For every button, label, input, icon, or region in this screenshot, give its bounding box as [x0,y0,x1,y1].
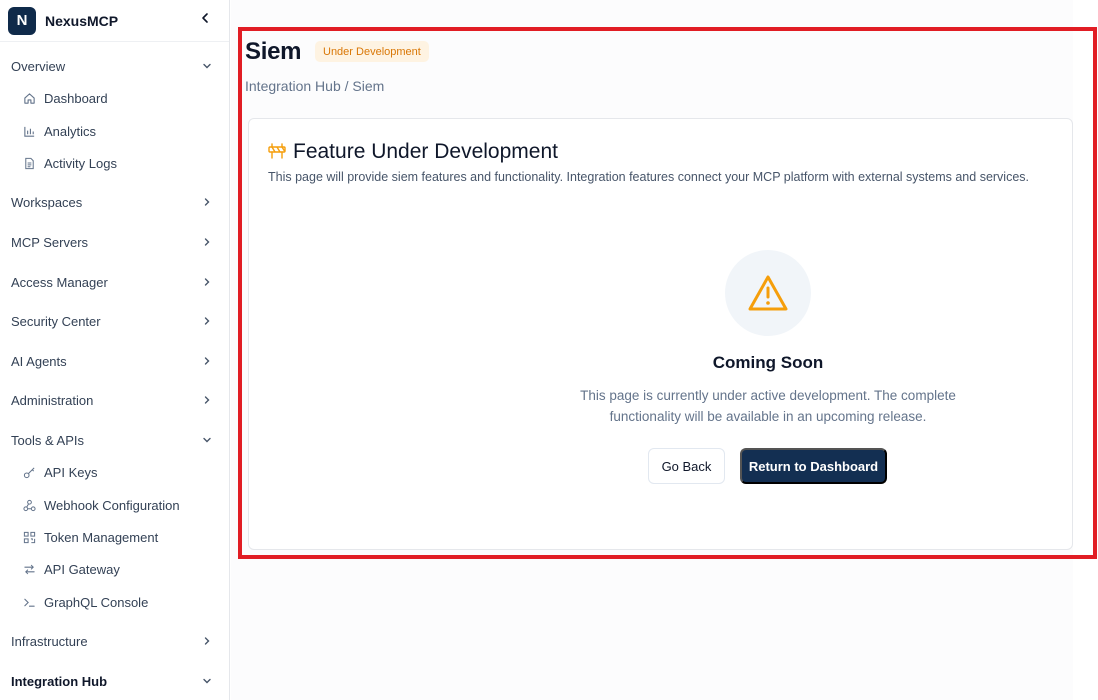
chevron-down-icon [203,678,211,684]
alert-triangle-icon [748,275,788,311]
chevron-right-icon [204,396,210,404]
nav-group-label: Overview [11,58,66,74]
nav-group-label: Infrastructure [11,633,88,649]
chevron-right-icon [204,278,210,286]
coming-soon-description: This page is currently under active deve… [580,388,956,424]
sidebar-item-token-management[interactable]: Token Management [0,523,229,551]
file-text-icon [22,156,36,170]
sidebar-item-label: API Keys [44,464,98,480]
chevron-right-icon [204,238,210,246]
coming-soon-heading: Coming Soon [712,353,824,372]
sidebar-item-api-keys[interactable]: API Keys [0,458,229,486]
status-badge: Under Development [315,41,429,62]
nav-group-label: Integration Hub [11,673,108,689]
nav-group-workspaces[interactable]: Workspaces [0,187,229,217]
terminal-icon [22,595,36,609]
breadcrumb: Integration Hub / Siem [245,78,385,94]
nav-group-label: AI Agents [11,353,67,369]
nav-group-access-manager[interactable]: Access Manager [0,267,229,297]
return-to-dashboard-button[interactable]: Return to Dashboard [740,448,887,484]
collapse-sidebar-button[interactable] [194,7,216,29]
sidebar-item-analytics[interactable]: Analytics [0,117,229,145]
sidebar-item-label: Dashboard [44,90,108,106]
sidebar-item-webhook-configuration[interactable]: Webhook Configuration [0,491,229,519]
sidebar-item-api-gateway[interactable]: API Gateway [0,555,229,583]
page-title: Siem [245,38,302,65]
chevron-down-icon [203,437,211,443]
webhook-icon [22,498,36,512]
sidebar-item-label: Webhook Configuration [44,497,180,513]
bar-chart-icon [22,124,36,138]
app-name: NexusMCP [45,12,119,29]
card-description: This page will provide siem features and… [268,170,1030,184]
key-icon [22,465,36,479]
chevron-down-icon [203,63,211,69]
nav-group-label: Administration [11,392,94,408]
chevron-left-icon [202,13,208,23]
home-icon [22,91,36,105]
chevron-right-icon [204,317,210,325]
nav-group-label: Access Manager [11,274,108,290]
nav-group-mcp-servers[interactable]: MCP Servers [0,227,229,257]
nav-group-integration-hub[interactable]: Integration Hub [0,666,229,696]
chevron-right-icon [204,357,210,365]
app-logo: N [8,6,36,35]
nav-group-administration[interactable]: Administration [0,385,229,415]
sidebar-item-label: API Gateway [44,561,120,577]
nav-group-label: Security Center [11,313,101,329]
chevron-right-icon [204,198,210,206]
sidebar-item-label: GraphQL Console [44,594,149,610]
sidebar-item-dashboard[interactable]: Dashboard [0,84,229,112]
nav-group-infrastructure[interactable]: Infrastructure [0,626,229,656]
nav-group-label: Workspaces [11,194,83,210]
sidebar: N NexusMCP Overview Dashboard Analytics … [0,0,230,700]
sidebar-item-label: Activity Logs [44,155,117,171]
chevron-right-icon [204,637,210,645]
sidebar-item-activity-logs[interactable]: Activity Logs [0,149,229,177]
nav-group-label: Tools & APIs [11,432,84,448]
sidebar-item-graphql-console[interactable]: GraphQL Console [0,588,229,616]
warning-badge [725,250,811,336]
construction-icon [268,143,286,159]
sidebar-item-label: Token Management [44,529,159,545]
card-title: Feature Under Development [293,140,558,163]
qr-code-icon [22,530,36,544]
go-back-button[interactable]: Go Back [648,448,725,484]
arrows-swap-icon [22,562,36,576]
nav-group-security-center[interactable]: Security Center [0,306,229,336]
nav-group-overview[interactable]: Overview [0,51,229,81]
nav-group-tools-apis[interactable]: Tools & APIs [0,425,229,455]
nav-group-label: MCP Servers [11,234,89,250]
nav-group-ai-agents[interactable]: AI Agents [0,346,229,376]
right-gutter [1073,0,1098,700]
sidebar-item-label: Analytics [44,123,97,139]
